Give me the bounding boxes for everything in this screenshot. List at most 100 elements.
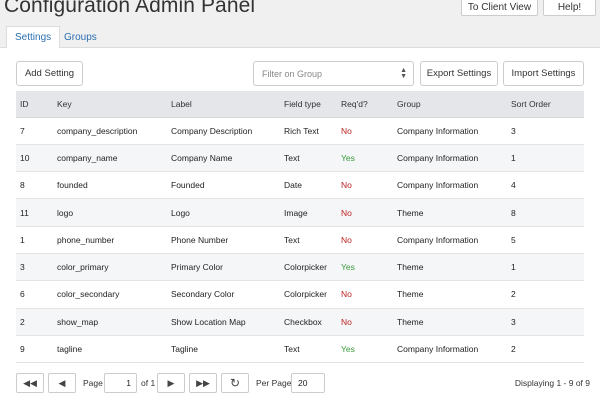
cell-group: Company Information	[393, 226, 507, 254]
column-header-field-type[interactable]: Field type	[280, 91, 337, 118]
cell-label: Primary Color	[167, 253, 280, 282]
table-row[interactable]: 8 founded Founded Date No Company Information…	[16, 171, 584, 200]
cell-sort: 8	[507, 198, 584, 227]
page-number-input[interactable]: 1	[104, 373, 137, 393]
cell-type: Image	[280, 198, 337, 227]
cell-id: 11	[16, 198, 53, 227]
per-page-label: Per Page:	[256, 378, 294, 388]
cell-group: Company Information	[393, 171, 507, 200]
table-row[interactable]: 6 color_secondary Secondary Color Colorpick…	[16, 280, 584, 309]
double-left-arrow-icon: ◀◀	[23, 377, 37, 388]
cell-type: Text	[280, 144, 337, 173]
table-header-row: ID Key Label Field type Req'd? Group Sor…	[16, 91, 584, 118]
column-header-key[interactable]: Key	[53, 91, 167, 118]
table-row[interactable]: 10 company_name Company Name Text Yes Company…	[16, 144, 584, 173]
cell-id: 1	[16, 226, 53, 254]
cell-sort: 2	[507, 335, 584, 364]
prev-page-button[interactable]: ◀	[48, 373, 76, 393]
double-right-arrow-icon: ▶▶	[196, 377, 210, 388]
column-header-required[interactable]: Req'd?	[337, 91, 393, 118]
cell-id: 10	[16, 144, 53, 173]
refresh-button[interactable]: ↻	[221, 373, 249, 393]
table-row[interactable]: 9 tagline Tagline Text Yes Company Informatio…	[16, 335, 584, 364]
cell-req: Yes	[337, 335, 393, 364]
cell-key: founded	[53, 171, 167, 200]
cell-sort: 5	[507, 226, 584, 254]
cell-label: Tagline	[167, 335, 280, 364]
cell-type: Checkbox	[280, 308, 337, 336]
column-header-sort-order[interactable]: Sort Order	[507, 91, 584, 118]
cell-id: 2	[16, 308, 53, 336]
page-label: Page	[83, 378, 103, 388]
cell-key: phone_number	[53, 226, 167, 254]
right-arrow-icon: ▶	[167, 377, 175, 388]
refresh-icon: ↻	[229, 376, 241, 390]
cell-req: No	[337, 308, 393, 336]
cell-req: No	[337, 171, 393, 200]
tab-bar: Settings Groups	[0, 23, 600, 49]
cell-label: Company Description	[167, 117, 280, 145]
cell-group: Company Information	[393, 335, 507, 364]
cell-key: show_map	[53, 308, 167, 336]
cell-req: No	[337, 280, 393, 309]
cell-req: No	[337, 226, 393, 254]
client-view-button[interactable]: To Client View	[461, 0, 538, 16]
tab-groups[interactable]: Groups	[56, 26, 105, 49]
table-row[interactable]: 2 show_map Show Location Map Checkbox No Them…	[16, 308, 584, 336]
cell-key: company_description	[53, 117, 167, 145]
cell-group: Theme	[393, 198, 507, 227]
first-page-button[interactable]: ◀◀	[16, 373, 44, 393]
cell-label: Show Location Map	[167, 308, 280, 336]
cell-key: logo	[53, 198, 167, 227]
cell-sort: 2	[507, 280, 584, 309]
column-header-group[interactable]: Group	[393, 91, 507, 118]
column-header-label[interactable]: Label	[167, 91, 280, 118]
cell-type: Text	[280, 226, 337, 254]
settings-panel: Add Setting Filter on Group ▲ ▼ Export Se…	[0, 48, 600, 400]
filter-placeholder: Filter on Group	[262, 68, 323, 79]
cell-req: Yes	[337, 253, 393, 282]
table-row[interactable]: 11 logo Logo Image No Theme 8	[16, 198, 584, 227]
cell-key: color_secondary	[53, 280, 167, 309]
admin-page: Configuration Admin Panel To Client View…	[0, 0, 600, 400]
cell-req: Yes	[337, 144, 393, 173]
cell-group: Theme	[393, 253, 507, 282]
cell-req: No	[337, 198, 393, 227]
cell-label: Secondary Color	[167, 280, 280, 309]
help-button[interactable]: Help!	[543, 0, 596, 16]
cell-label: Logo	[167, 198, 280, 227]
cell-type: Rich Text	[280, 117, 337, 145]
cell-key: tagline	[53, 335, 167, 364]
cell-type: Colorpicker	[280, 253, 337, 282]
cell-group: Company Information	[393, 117, 507, 145]
cell-label: Company Name	[167, 144, 280, 173]
settings-table: ID Key Label Field type Req'd? Group Sor…	[16, 91, 584, 364]
last-page-button[interactable]: ▶▶	[189, 373, 217, 393]
cell-key: color_primary	[53, 253, 167, 282]
group-filter-select[interactable]: Filter on Group ▲ ▼	[253, 61, 414, 86]
import-settings-button[interactable]: Import Settings	[503, 61, 584, 86]
cell-id: 7	[16, 117, 53, 145]
column-header-id[interactable]: ID	[16, 91, 53, 118]
page-title: Configuration Admin Panel	[4, 0, 256, 17]
updown-caret-icon: ▲ ▼	[400, 67, 407, 80]
table-row[interactable]: 7 company_description Company Description R…	[16, 117, 584, 145]
cell-type: Colorpicker	[280, 280, 337, 309]
table-row[interactable]: 1 phone_number Phone Number Text No Company I…	[16, 226, 584, 254]
next-page-button[interactable]: ▶	[157, 373, 185, 393]
add-setting-button[interactable]: Add Setting	[16, 61, 83, 86]
cell-sort: 1	[507, 253, 584, 282]
cell-sort: 3	[507, 117, 584, 145]
cell-group: Theme	[393, 280, 507, 309]
cell-sort: 4	[507, 171, 584, 200]
export-settings-button[interactable]: Export Settings	[420, 61, 498, 86]
cell-type: Text	[280, 335, 337, 364]
per-page-input[interactable]: 20	[291, 373, 325, 393]
tab-settings[interactable]: Settings	[6, 26, 61, 49]
cell-label: Founded	[167, 171, 280, 200]
table-row[interactable]: 3 color_primary Primary Color Colorpicker Ye…	[16, 253, 584, 282]
page-count-label: of 1	[141, 378, 156, 388]
table-body: 7 company_description Company Description R…	[16, 117, 584, 364]
cell-id: 3	[16, 253, 53, 282]
display-count: Displaying 1 - 9 of 9	[514, 378, 590, 388]
